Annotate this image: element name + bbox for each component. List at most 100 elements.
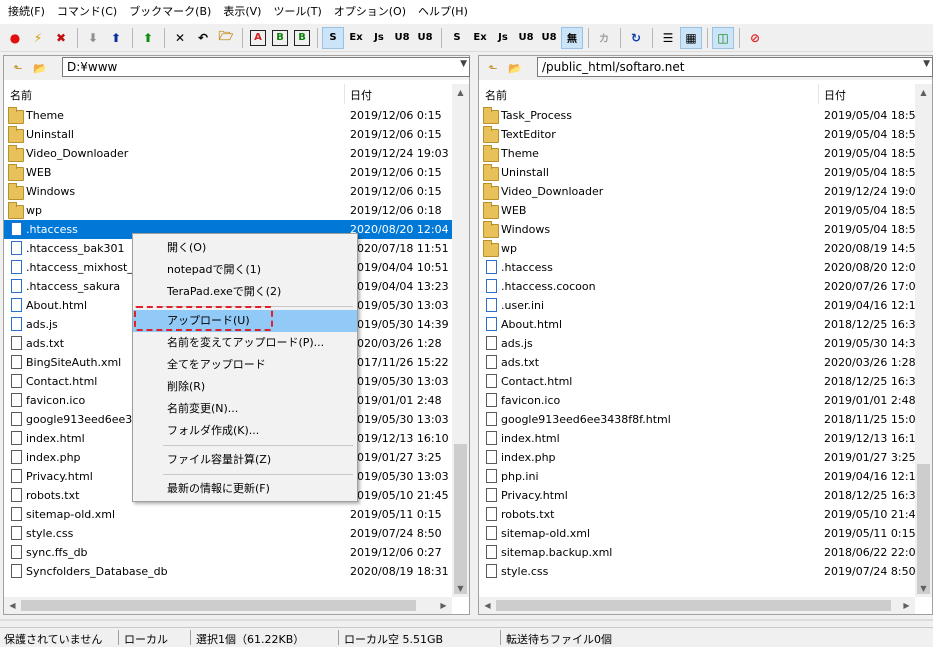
file-row[interactable]: google913eed6ee3438f8f.html 2018/11/25 15… [479, 410, 923, 429]
file-row[interactable]: Contact.html 2018/12/25 16:37 [479, 372, 923, 391]
host-euc-button[interactable]: Ex [345, 27, 367, 49]
file-row[interactable]: .user.ini 2019/04/16 12:16 [479, 296, 923, 315]
local-sjis-button[interactable]: S [446, 27, 468, 49]
file-row[interactable]: php.ini 2019/04/16 12:16 [479, 467, 923, 486]
local-horizontal-scrollbar[interactable]: ◀ ▶ [4, 597, 452, 614]
file-row[interactable]: Syncfolders_Database_db 2020/08/19 18:31 [4, 562, 452, 581]
column-separator[interactable] [344, 84, 345, 104]
remote-horizontal-scrollbar[interactable]: ◀ ▶ [479, 597, 915, 614]
file-row[interactable]: Uninstall 2019/05/04 18:54 [479, 163, 923, 182]
open-folder-icon[interactable]: 📂 [30, 59, 50, 77]
context-menu-item[interactable]: TeraPad.exeで開く(2) [133, 281, 357, 303]
sync-browse-icon[interactable]: ◫ [712, 26, 734, 49]
menu-view[interactable]: 表示(V) [217, 0, 267, 24]
file-row[interactable]: .htaccess 2020/08/20 12:04 [479, 258, 923, 277]
file-row[interactable]: sitemap-old.xml 2019/05/11 0:15 [479, 524, 916, 543]
file-row[interactable]: index.php 2019/01/27 3:25 [479, 448, 916, 467]
scroll-down-icon[interactable]: ▼ [915, 580, 932, 597]
scroll-up-icon[interactable]: ▲ [915, 84, 932, 101]
chevron-down-icon[interactable]: ▼ [923, 59, 930, 69]
scroll-thumb[interactable] [21, 600, 416, 611]
file-row[interactable]: sitemap.backup.xml 2018/06/22 22:01 [479, 543, 923, 562]
column-separator[interactable] [818, 84, 819, 104]
file-row[interactable]: WEB 2019/12/06 0:15 [4, 163, 452, 182]
disconnect-icon[interactable]: ✖ [50, 27, 72, 49]
file-row[interactable]: ads.js 2019/05/30 14:39 [479, 334, 923, 353]
refresh-icon[interactable]: ↻ [625, 27, 647, 49]
up-folder-icon[interactable]: ⬑ [8, 59, 28, 77]
scroll-up-icon[interactable]: ▲ [452, 84, 469, 101]
context-menu-item[interactable]: フォルダ作成(K)... [133, 420, 357, 442]
file-row[interactable]: favicon.ico 2019/01/01 2:48 [479, 391, 916, 410]
column-name[interactable]: 名前 [10, 87, 32, 103]
kana-button[interactable]: カ [593, 27, 615, 49]
scroll-thumb[interactable] [917, 464, 930, 594]
up-folder-icon[interactable]: ⬑ [483, 59, 503, 77]
scroll-right-icon[interactable]: ▶ [898, 597, 915, 614]
no-conversion-button[interactable]: 無 [561, 26, 583, 49]
upload-icon[interactable]: ⬆ [105, 27, 127, 49]
ascii-mode-button[interactable]: A [250, 29, 266, 46]
remote-vertical-scrollbar[interactable]: ▲ ▼ [915, 84, 932, 597]
open-folder-icon[interactable]: 📂 [505, 59, 525, 77]
download-icon[interactable]: ⬇ [82, 27, 104, 49]
scroll-down-icon[interactable]: ▼ [452, 580, 469, 597]
file-row[interactable]: Windows 2019/12/06 0:15 [4, 182, 452, 201]
file-row[interactable]: Uninstall 2019/12/06 0:15 [4, 125, 452, 144]
local-jis-button[interactable]: Js [492, 27, 514, 49]
file-row[interactable]: index.html 2019/12/13 16:10 [479, 429, 923, 448]
file-row[interactable]: TextEditor 2019/05/04 18:54 [479, 125, 923, 144]
file-row[interactable]: style.css 2019/07/24 8:50 [479, 562, 916, 581]
context-menu-item[interactable]: 削除(R) [133, 376, 357, 398]
file-row[interactable]: Windows 2019/05/04 18:54 [479, 220, 923, 239]
scroll-thumb[interactable] [496, 600, 891, 611]
column-date[interactable]: 日付 [824, 87, 846, 103]
stop-icon[interactable]: ⊘ [744, 27, 766, 49]
file-row[interactable]: sitemap-old.xml 2019/05/11 0:15 [4, 505, 452, 524]
mirror-upload-icon[interactable]: ⬆ [137, 27, 159, 49]
file-row[interactable]: ads.txt 2020/03/26 1:28 [479, 353, 916, 372]
scroll-right-icon[interactable]: ▶ [435, 597, 452, 614]
context-menu-item[interactable]: ファイル容量計算(Z) [133, 449, 357, 471]
context-menu-item[interactable]: 全てをアップロード [133, 354, 357, 376]
local-euc-button[interactable]: Ex [469, 27, 491, 49]
file-row[interactable]: About.html 2018/12/25 16:37 [479, 315, 923, 334]
menu-command[interactable]: コマンド(C) [51, 0, 123, 24]
remote-path-combo[interactable]: /public_html/softaro.net ▼ [537, 57, 933, 77]
file-row[interactable]: Video_Downloader 2019/12/24 19:03 [4, 144, 452, 163]
connect-icon[interactable]: ● [4, 27, 26, 49]
column-name[interactable]: 名前 [485, 87, 507, 103]
context-menu-item[interactable]: notepadで開く(1) [133, 259, 357, 281]
menu-connect[interactable]: 接続(F) [2, 0, 51, 24]
scroll-left-icon[interactable]: ◀ [479, 597, 496, 614]
file-row[interactable]: .htaccess.cocoon 2020/07/26 17:06 [479, 277, 923, 296]
file-row[interactable]: robots.txt 2019/05/10 21:45 [479, 505, 923, 524]
local-vertical-scrollbar[interactable]: ▲ ▼ [452, 84, 469, 597]
delete-icon[interactable]: ✕ [169, 27, 191, 49]
context-menu-item[interactable]: 開く(O) [133, 237, 357, 259]
menu-bookmark[interactable]: ブックマーク(B) [123, 0, 217, 24]
binary-mode-button[interactable]: B [272, 29, 288, 46]
menu-options[interactable]: オプション(O) [328, 0, 412, 24]
file-row[interactable]: wp 2019/12/06 0:18 [4, 201, 452, 220]
log-divider[interactable] [0, 619, 933, 621]
host-utf8-button[interactable]: U8 [391, 27, 413, 49]
menu-tools[interactable]: ツール(T) [267, 0, 327, 24]
auto-mode-button[interactable]: B [294, 29, 310, 46]
list-view-icon[interactable]: ☰ [657, 27, 679, 49]
file-row[interactable]: sync.ffs_db 2019/12/06 0:27 [4, 543, 452, 562]
local-path-combo[interactable]: D:¥www ▼ [62, 57, 470, 77]
new-folder-icon[interactable]: 🗁 [215, 27, 237, 49]
host-sjis-button[interactable]: S [322, 26, 344, 49]
scroll-left-icon[interactable]: ◀ [4, 597, 21, 614]
file-row[interactable]: wp 2020/08/19 14:54 [479, 239, 923, 258]
scroll-thumb[interactable] [454, 444, 467, 594]
quick-connect-icon[interactable]: ⚡ [27, 27, 49, 49]
file-row[interactable]: Theme 2019/12/06 0:15 [4, 106, 452, 125]
context-menu-item[interactable]: 名前変更(N)... [133, 398, 357, 420]
context-menu-item[interactable]: 最新の情報に更新(F) [133, 478, 357, 500]
menu-help[interactable]: ヘルプ(H) [412, 0, 474, 24]
context-menu-item[interactable]: 名前を変えてアップロード(P)... [133, 332, 357, 354]
local-utf8bom-button[interactable]: U8 [538, 27, 560, 49]
column-date[interactable]: 日付 [350, 87, 372, 103]
